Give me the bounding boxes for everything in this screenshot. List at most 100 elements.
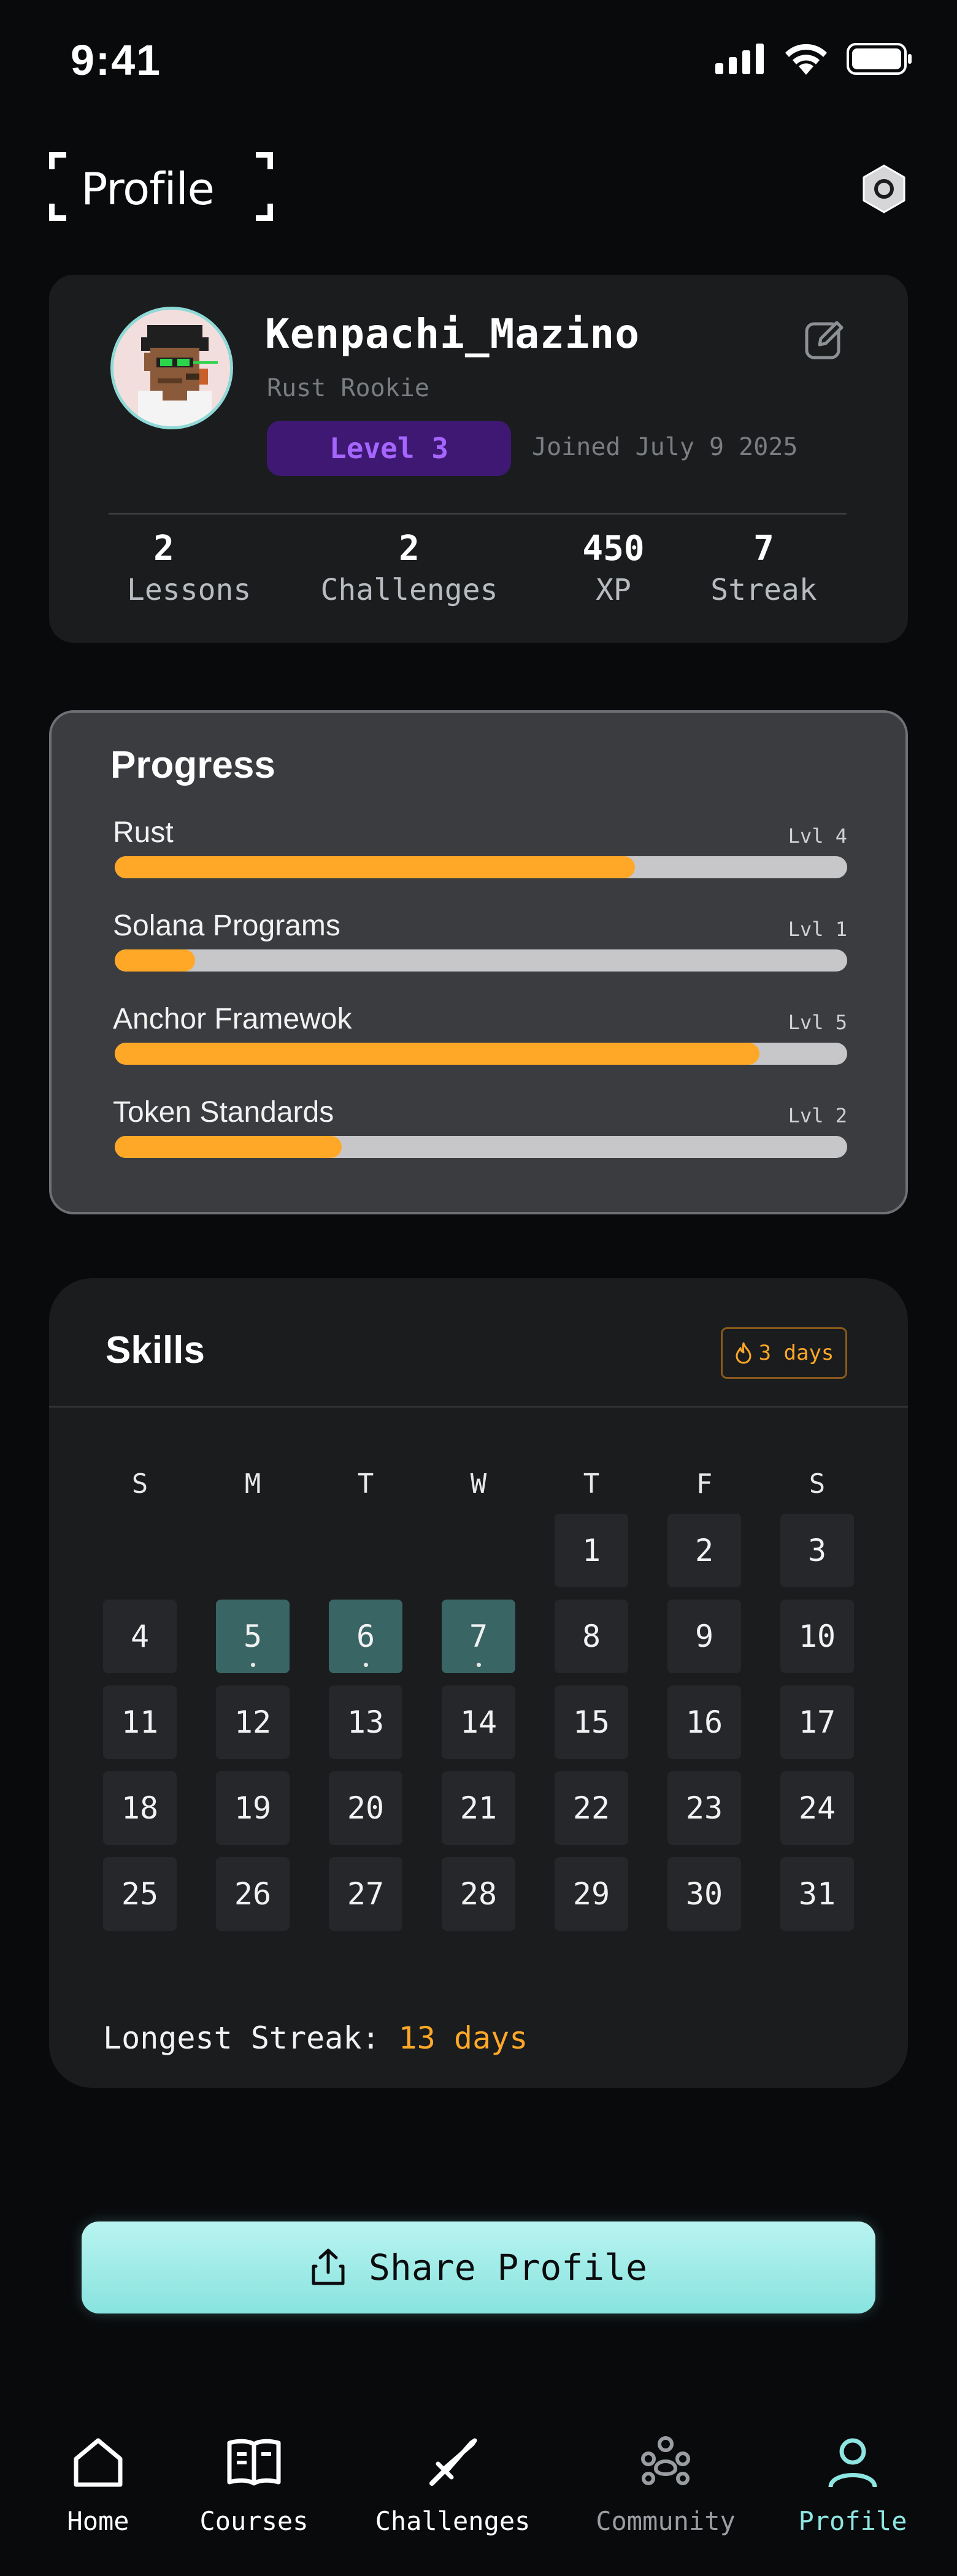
calendar-day-number: 5 [243,1619,263,1654]
calendar-day[interactable]: 6 [329,1600,402,1673]
calendar-day-number: 2 [694,1533,714,1568]
calendar-day-number: 28 [459,1876,498,1912]
calendar-day[interactable]: 10 [780,1600,854,1673]
settings-button[interactable] [856,161,912,217]
calendar-day-number: 10 [798,1619,836,1654]
header: Profile [0,141,957,227]
calendar-day-number: 6 [356,1619,375,1654]
calendar-day[interactable]: 9 [667,1600,741,1673]
calendar-day[interactable]: 15 [555,1685,628,1759]
stat-value: 7 [753,529,774,569]
status-icons [715,43,913,75]
avatar[interactable] [110,307,233,429]
calendar-day-number: 27 [347,1876,385,1912]
calendar-day-number: 25 [121,1876,159,1912]
progress-name: Token Standards [113,1096,334,1129]
joined-date: Joined July 9 2025 [532,433,798,461]
stat-label: Streak [710,573,817,607]
calendar-day[interactable]: 25 [103,1857,177,1931]
edit-profile-button[interactable] [804,318,847,361]
nav-label: Profile [798,2506,907,2536]
progress-fill [115,1136,342,1158]
calendar-day[interactable]: 28 [442,1857,515,1931]
calendar-day[interactable]: 22 [555,1771,628,1845]
calendar-day[interactable]: 29 [555,1857,628,1931]
progress-name: Rust [113,816,174,849]
progress-row-anchor: Anchor Framewok Lvl 5 [113,1002,847,1070]
flame-icon [736,1342,751,1364]
corner-bracket [49,204,66,221]
calendar-day[interactable]: 4 [103,1600,177,1673]
progress-row-rust: Rust Lvl 4 [113,816,847,883]
divider [49,1406,908,1408]
calendar-day[interactable]: 19 [216,1771,290,1845]
progress-track [115,949,847,972]
nav-label: Home [67,2506,129,2536]
longest-streak: Longest Streak: 13 days [103,2020,528,2056]
nav-challenges[interactable]: Challenges [373,2429,532,2536]
progress-level: Lvl 5 [788,1011,847,1034]
page-title-frame: Profile [49,152,273,221]
calendar-day-number: 30 [685,1876,723,1912]
nav-courses[interactable]: Courses [193,2429,315,2536]
calendar-day-number: 16 [685,1704,723,1740]
book-icon [220,2429,288,2496]
stat-xp: 450 XP [577,527,650,610]
page-title: Profile [81,163,215,215]
calendar-day[interactable]: 21 [442,1771,515,1845]
share-profile-button[interactable]: Share Profile [82,2221,875,2313]
calendar-day[interactable]: 31 [780,1857,854,1931]
nav-community[interactable]: Community [589,2429,742,2536]
calendar-day[interactable]: 3 [780,1514,854,1587]
nav-home[interactable]: Home [61,2429,135,2536]
calendar-day[interactable]: 11 [103,1685,177,1759]
corner-bracket [256,204,273,221]
stat-value: 2 [399,529,420,569]
calendar-day[interactable]: 27 [329,1857,402,1931]
calendar-day-number: 31 [798,1876,836,1912]
progress-track [115,1136,847,1158]
calendar-day[interactable]: 24 [780,1771,854,1845]
corner-bracket [256,152,273,169]
progress-track [115,856,847,878]
calendar-day-number: 1 [582,1533,601,1568]
battery-icon [847,43,912,75]
bottom-nav: Home Courses Challenges Community Profil… [0,2429,957,2576]
calendar-day[interactable]: 8 [555,1600,628,1673]
calendar-day-number: 8 [582,1619,601,1654]
skills-card: Skills 3 days S M T W T F S 1 2 3 4 5 6 7 8 9 10 11 12 13 14… [49,1278,908,2088]
calendar-day[interactable]: 14 [442,1685,515,1759]
calendar-day[interactable]: 2 [667,1514,741,1587]
calendar-day[interactable]: 1 [555,1514,628,1587]
level-badge: Level 3 [267,421,511,476]
progress-row-token: Token Standards Lvl 2 [113,1095,847,1163]
stat-challenges: 2 Challenges [317,527,501,610]
calendar-day-number: 21 [459,1790,498,1826]
calendar-day[interactable]: 26 [216,1857,290,1931]
weekday-label: T [357,1468,374,1500]
progress-card: Progress Rust Lvl 4 Solana Programs Lvl … [49,710,908,1214]
sword-icon [419,2429,486,2496]
calendar-day[interactable]: 30 [667,1857,741,1931]
progress-level: Lvl 1 [788,918,847,941]
stat-label: Lessons [127,573,252,607]
calendar-day[interactable]: 13 [329,1685,402,1759]
calendar-day[interactable]: 20 [329,1771,402,1845]
home-icon [64,2429,132,2496]
calendar-day-number: 23 [685,1790,723,1826]
progress-level: Lvl 2 [788,1104,847,1127]
longest-streak-label: Longest Streak: [103,2020,380,2056]
nav-profile[interactable]: Profile [798,2429,908,2536]
edit-icon [805,321,844,359]
calendar-day[interactable]: 23 [667,1771,741,1845]
calendar-day[interactable]: 16 [667,1685,741,1759]
calendar-day[interactable]: 17 [780,1685,854,1759]
longest-streak-value: 13 days [398,2020,528,2056]
calendar-day[interactable]: 18 [103,1771,177,1845]
calendar-day[interactable]: 7 [442,1600,515,1673]
calendar-day[interactable]: 5 [216,1600,290,1673]
progress-name: Solana Programs [113,910,340,942]
calendar-day[interactable]: 12 [216,1685,290,1759]
username: Kenpachi_Mazino [265,310,640,358]
user-icon [819,2429,886,2496]
